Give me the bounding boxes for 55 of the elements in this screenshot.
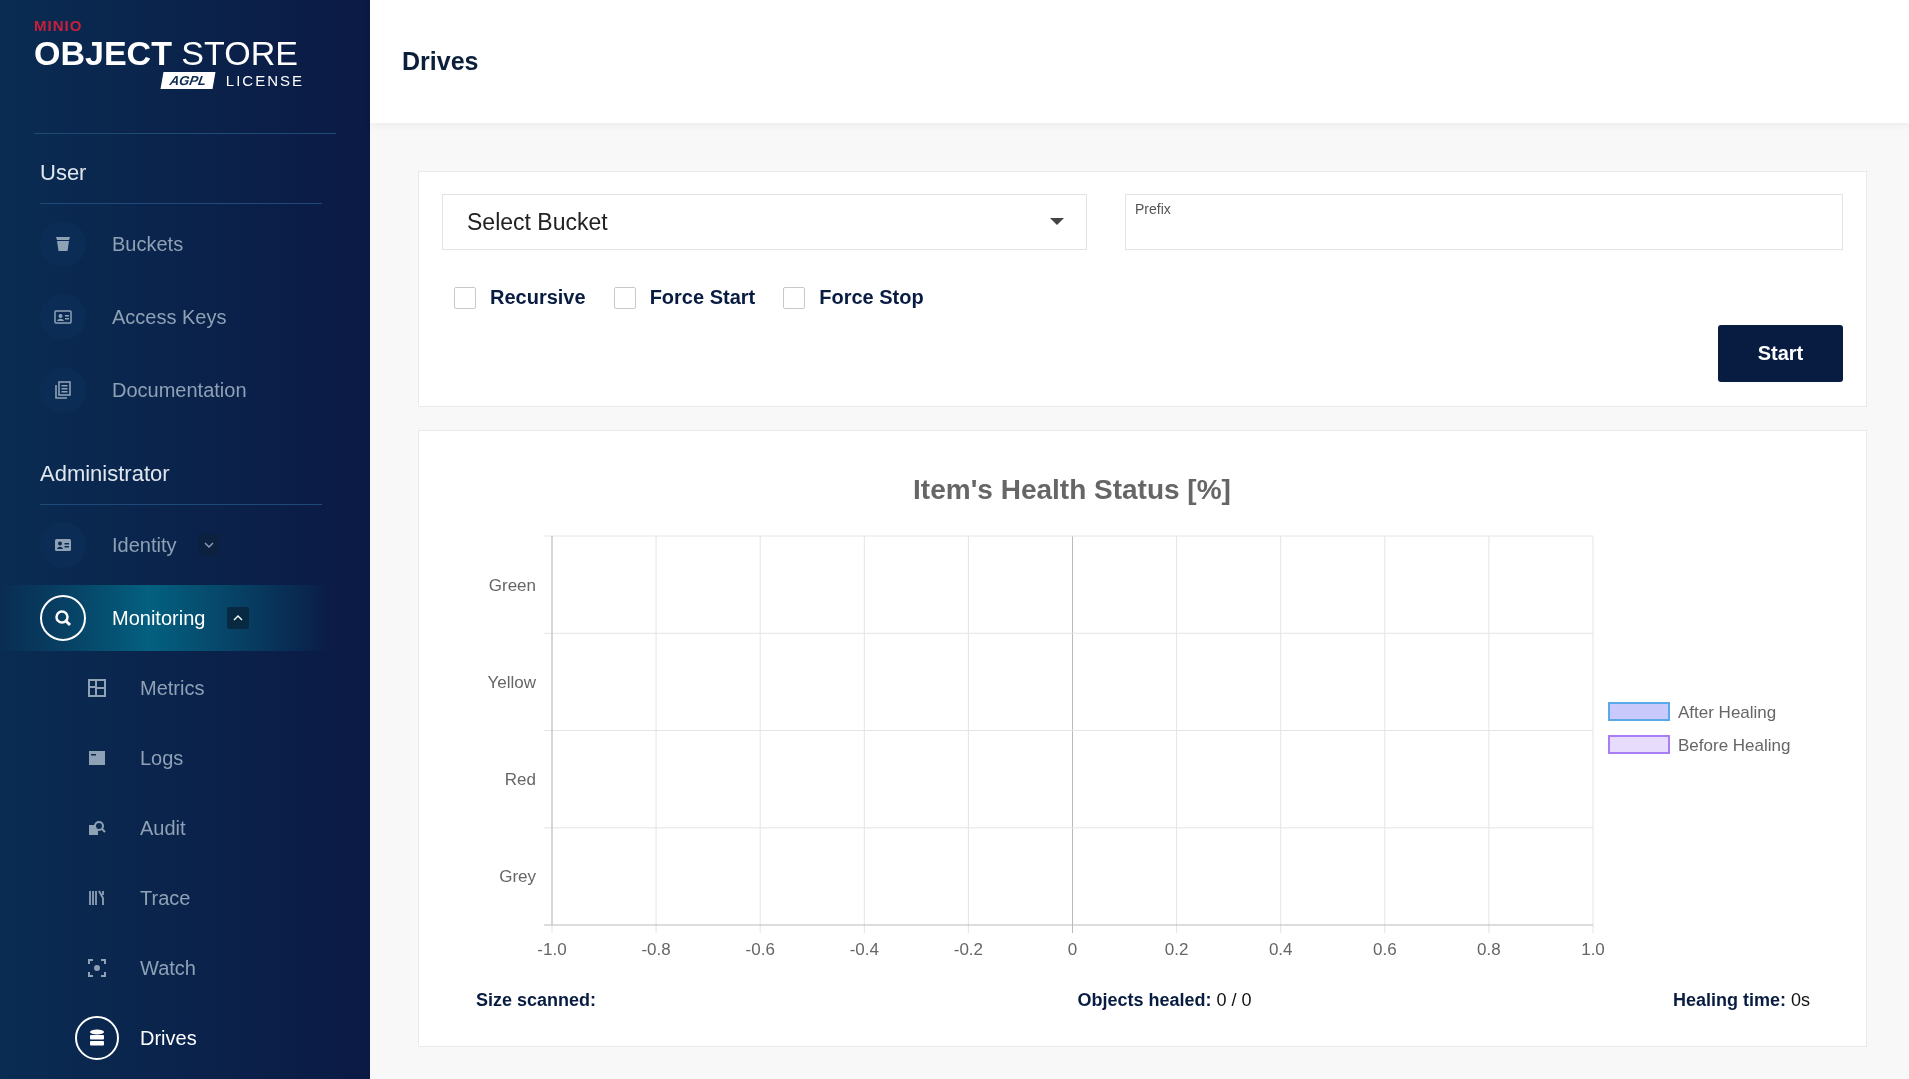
stat-text: Healing time: 0s — [1672, 990, 1810, 1011]
checkbox[interactable] — [613, 286, 636, 309]
tick-label: -0.6 — [745, 940, 775, 959]
sidebar-subitem[interactable]: Trace — [0, 863, 191, 933]
checkbox-label: Force Start — [649, 286, 756, 309]
sidebar-item[interactable]: Buckets — [0, 211, 330, 277]
bucket-select[interactable]: Select Bucket — [442, 194, 1087, 250]
section-heading: Administrator — [40, 461, 322, 505]
checkbox-label: Recursive — [490, 286, 586, 309]
tick-label: -0.4 — [849, 940, 879, 959]
database-icon — [75, 1016, 119, 1060]
tick-label: 0.4 — [1268, 940, 1293, 959]
tick-label: 0.8 — [1477, 940, 1501, 959]
tick-label: -0.8 — [641, 940, 671, 959]
checkbox[interactable] — [783, 286, 806, 309]
section-heading: User — [40, 160, 322, 204]
sidebar-subitem[interactable]: Drives — [0, 1003, 197, 1073]
start-button[interactable]: Start — [1718, 325, 1843, 382]
tick-label: -0.2 — [953, 940, 984, 959]
axis-label: Grey — [499, 867, 536, 887]
checkbox-label: Force Stop — [819, 286, 924, 309]
license-label: LICENSE — [225, 72, 304, 89]
agpl-badge: AGPL — [160, 72, 216, 89]
sidebar-item[interactable]: Documentation — [0, 357, 330, 423]
magnifier-icon — [40, 595, 86, 641]
caret-icon[interactable] — [198, 534, 221, 556]
brand-logo-text: MINIO — [34, 17, 83, 34]
sidebar-item[interactable]: Access Keys — [0, 284, 330, 350]
axis-label: Green — [488, 575, 536, 595]
id-card-icon — [40, 522, 86, 568]
legend-label: Before Healing — [1678, 736, 1791, 755]
stat-text: Objects healed: 0 / 0 — [1077, 990, 1252, 1011]
sidebar-subitem[interactable]: Logs — [0, 723, 184, 793]
tick-label: 0 — [1067, 940, 1078, 959]
tick-label: 0.2 — [1164, 940, 1189, 959]
page-title: Drives — [402, 47, 479, 76]
dropdown-icon — [1050, 218, 1064, 226]
sidebar-subitem[interactable]: Audit — [0, 793, 186, 863]
tick-label: 1.0 — [1581, 940, 1605, 959]
sidebar-subitem[interactable]: Metrics — [0, 653, 205, 723]
sidebar-item[interactable]: Identity — [0, 512, 330, 578]
axis-label: Red — [504, 770, 536, 790]
tick-label: 0.6 — [1373, 940, 1397, 959]
sidebar-subitem[interactable]: Watch — [0, 933, 196, 1003]
legend-label: After Healing — [1678, 703, 1777, 722]
prefix-field[interactable]: Prefix — [1125, 194, 1843, 250]
stat-text: Size scanned: — [476, 990, 597, 1011]
chart-title: Item's Health Status [%] — [913, 474, 1231, 505]
bucket-icon — [40, 221, 86, 267]
tick-label: -1.0 — [537, 940, 567, 959]
product-title: OBJECT STORE — [34, 34, 298, 72]
id-card-icon — [40, 294, 86, 340]
axis-label: Yellow — [487, 672, 536, 692]
checkbox[interactable] — [454, 286, 476, 309]
caret-icon[interactable] — [227, 607, 250, 629]
